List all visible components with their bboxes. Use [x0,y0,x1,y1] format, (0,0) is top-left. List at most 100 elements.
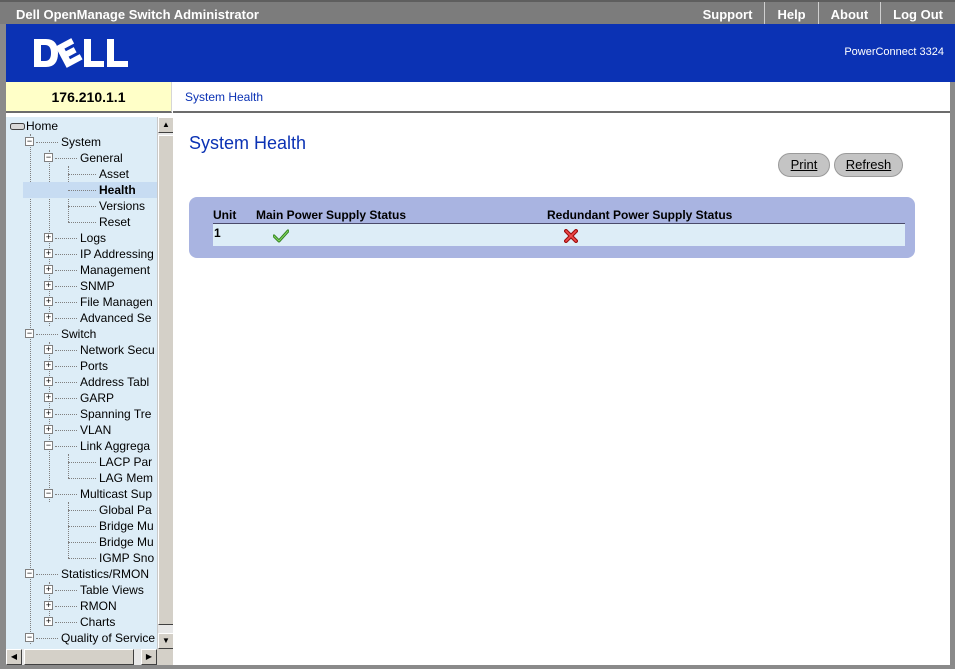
top-bar: Dell OpenManage Switch Administrator Sup… [0,0,955,24]
tree-item-charts[interactable]: + Charts [44,614,115,630]
tree-item-versions[interactable]: Versions [63,198,145,214]
expand-icon[interactable]: + [44,617,53,626]
scroll-down-arrow-icon[interactable]: ▼ [158,633,174,649]
tree-item-lag-membership[interactable]: LAG Mem [63,470,153,486]
tree-item-quality-of-service[interactable]: − Quality of Service [25,630,155,646]
scroll-thumb[interactable] [158,135,174,625]
dell-logo [34,38,128,68]
collapse-icon[interactable]: − [25,633,34,642]
scroll-up-arrow-icon[interactable]: ▲ [158,117,174,133]
tree-item-file-management[interactable]: + File Managen [44,294,153,310]
tree-item-ports[interactable]: + Ports [44,358,108,374]
tree-item-system[interactable]: − System [25,134,101,150]
tree-item-advanced-settings[interactable]: + Advanced Se [44,310,151,326]
tree-connector [55,366,77,367]
print-button[interactable]: Print [778,153,830,177]
tree-connector [68,206,96,207]
tree-connector [55,446,77,447]
tree-item-bridge-multicast-1[interactable]: Bridge Mu [63,518,154,534]
expand-icon[interactable]: + [44,409,53,418]
device-model: PowerConnect 3324 [844,46,944,58]
tree-connector [68,558,96,559]
tree-item-network-security[interactable]: + Network Secu [44,342,155,358]
expand-icon[interactable]: + [44,377,53,386]
tree-connector [36,334,58,335]
tree-item-rmon[interactable]: + RMON [44,598,117,614]
logout-link[interactable]: Log Out [880,2,955,24]
tree-item-general[interactable]: − General [44,150,123,166]
tree-item-home[interactable]: Home [10,118,58,134]
help-link[interactable]: Help [764,2,817,24]
bottom-frame-border [0,665,955,669]
main-content: System Health Print Refresh Unit Main Po… [173,115,950,665]
table-row: 1 [213,224,905,246]
tree-item-lacp-parameters[interactable]: LACP Par [63,454,152,470]
scrollbar-corner [157,649,173,665]
refresh-button[interactable]: Refresh [834,153,903,177]
tree-item-asset[interactable]: Asset [63,166,129,182]
tree-connector [55,622,77,623]
tree-connector [55,270,77,271]
tree-item-switch[interactable]: − Switch [25,326,96,342]
tree-connector [68,526,96,527]
collapse-icon[interactable]: − [25,137,34,146]
tree-connector [68,190,96,191]
tree-connector [36,142,58,143]
navigation-tree: Home − System − General Asset Health Versi… [6,117,157,649]
tree-item-garp[interactable]: + GARP [44,390,114,406]
tree-connector [55,590,77,591]
expand-icon[interactable]: + [44,361,53,370]
support-link[interactable]: Support [691,2,765,24]
expand-icon[interactable]: + [44,265,53,274]
tree-connector [55,286,77,287]
collapse-icon[interactable]: − [44,441,53,450]
scroll-thumb[interactable] [24,649,134,665]
tree-item-igmp-snooping[interactable]: IGMP Sno [63,550,154,566]
tree-connector [55,302,77,303]
ip-address-display: 176.210.1.1 [6,82,172,113]
collapse-icon[interactable]: − [25,569,34,578]
collapse-icon[interactable]: − [44,489,53,498]
tree-item-reset[interactable]: Reset [63,214,130,230]
tree-connector [55,382,77,383]
expand-icon[interactable]: + [44,425,53,434]
tree-connector [68,174,96,175]
tree-connector [55,254,77,255]
tree-item-table-views[interactable]: + Table Views [44,582,144,598]
tree-item-spanning-tree[interactable]: + Spanning Tre [44,406,151,422]
tree-item-bridge-multicast-2[interactable]: Bridge Mu [63,534,154,550]
scroll-right-arrow-icon[interactable]: ▶ [141,649,157,665]
expand-icon[interactable]: + [44,233,53,242]
about-link[interactable]: About [817,2,881,24]
tree-connector [55,606,77,607]
tree-item-vlan[interactable]: + VLAN [44,422,111,438]
scroll-left-arrow-icon[interactable]: ◀ [6,649,22,665]
tree-vertical-scrollbar[interactable]: ▲ ▼ [157,117,174,649]
expand-icon[interactable]: + [44,601,53,610]
tree-connector [36,638,58,639]
tree-item-statistics-rmon[interactable]: − Statistics/RMON [25,566,149,582]
expand-icon[interactable]: + [44,585,53,594]
collapse-icon[interactable]: − [25,329,34,338]
expand-icon[interactable]: + [44,281,53,290]
expand-icon[interactable]: + [44,345,53,354]
collapse-icon[interactable]: − [44,153,53,162]
breadcrumb: System Health [173,82,950,113]
tree-item-health[interactable]: Health [23,182,157,198]
tree-item-ip-addressing[interactable]: + IP Addressing [44,246,154,262]
tree-item-global-parameters[interactable]: Global Pa [63,502,152,518]
tree-item-logs[interactable]: + Logs [44,230,106,246]
tree-horizontal-scrollbar[interactable]: ◀ ▶ [6,649,157,665]
expand-icon[interactable]: + [44,393,53,402]
tree-item-management[interactable]: + Management [44,262,150,278]
tree-connector [68,222,96,223]
expand-icon[interactable]: + [44,313,53,322]
tree-item-link-aggregation[interactable]: − Link Aggrega [44,438,150,454]
right-frame-border [950,82,955,669]
tree-item-multicast-support[interactable]: − Multicast Sup [44,486,152,502]
computer-icon [10,123,25,130]
tree-item-snmp[interactable]: + SNMP [44,278,115,294]
expand-icon[interactable]: + [44,297,53,306]
tree-item-address-tables[interactable]: + Address Tabl [44,374,149,390]
expand-icon[interactable]: + [44,249,53,258]
